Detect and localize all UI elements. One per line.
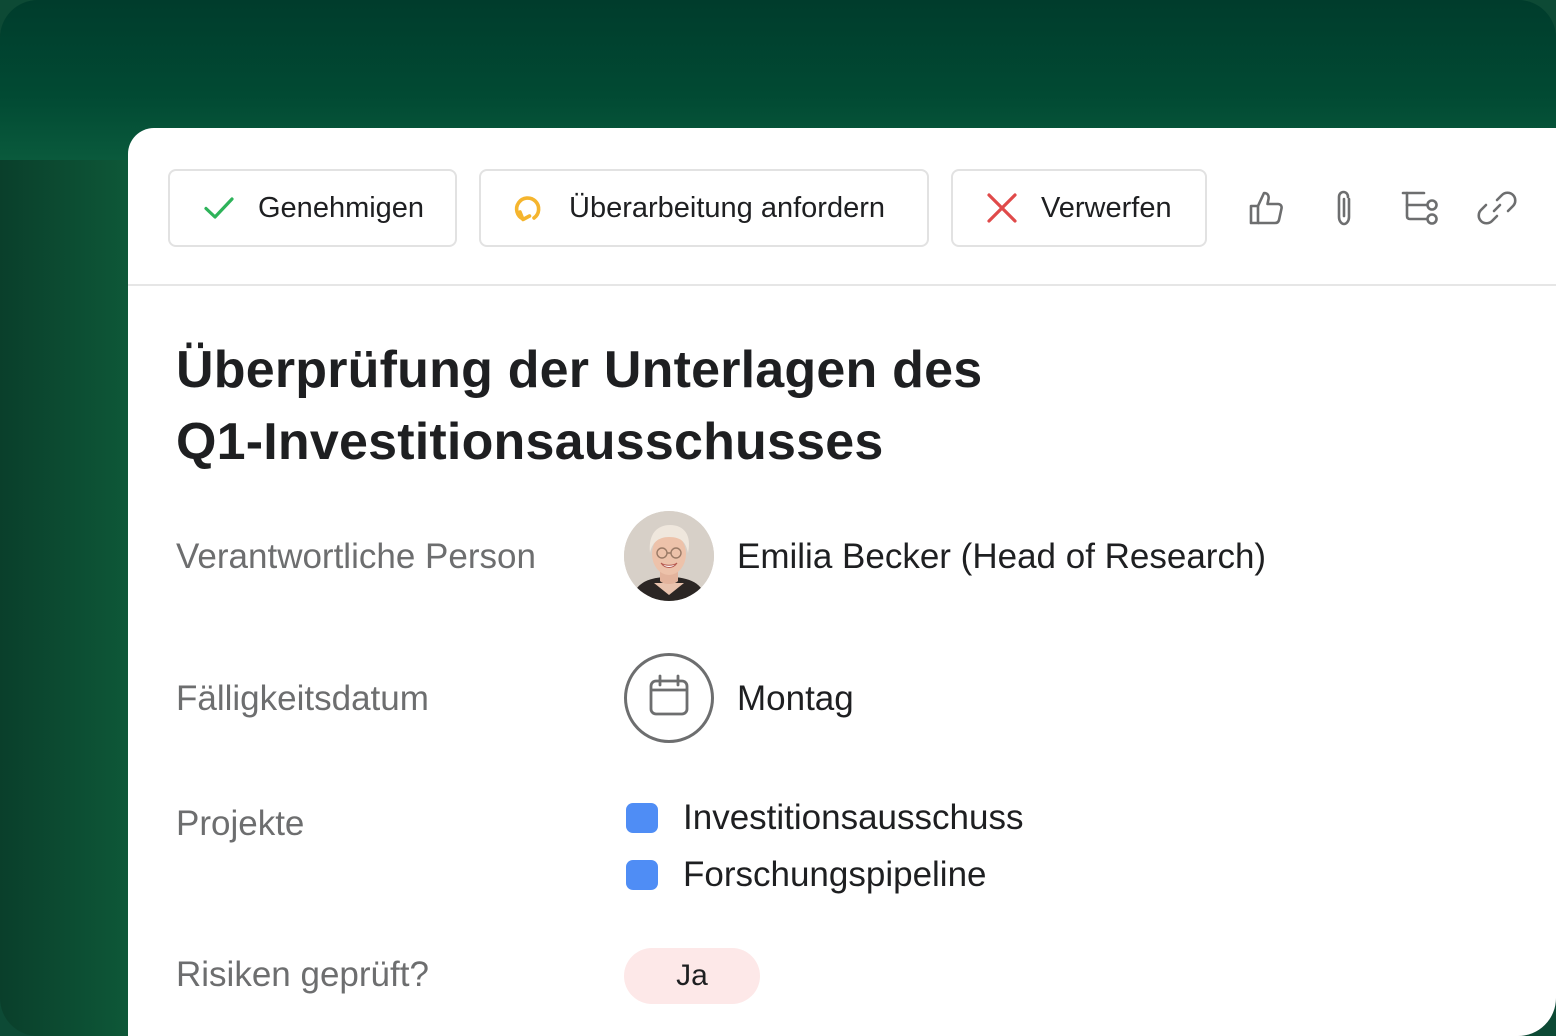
task-title[interactable]: Überprüfung der Unterlagen des Q1-Invest… xyxy=(176,334,1176,478)
subtask-icon[interactable] xyxy=(1400,188,1440,228)
projects-label: Projekte xyxy=(176,804,305,843)
task-title-line-1: Überprüfung der Unterlagen des xyxy=(176,341,983,399)
check-icon xyxy=(202,191,236,225)
link-icon[interactable] xyxy=(1477,188,1517,228)
project-name: Forschungspipeline xyxy=(683,855,987,894)
avatar[interactable] xyxy=(624,511,714,601)
task-detail-panel: Genehmigen Überarbeitung anfordern Verwe… xyxy=(128,128,1556,1036)
approve-button[interactable]: Genehmigen xyxy=(168,169,457,247)
project-color-swatch xyxy=(626,803,658,833)
request-changes-button[interactable]: Überarbeitung anfordern xyxy=(479,169,929,247)
due-date-label: Fälligkeitsdatum xyxy=(176,679,429,718)
project-item[interactable]: Forschungspipeline xyxy=(626,855,987,895)
request-changes-label: Überarbeitung anfordern xyxy=(569,191,885,224)
risks-checked-badge[interactable]: Ja xyxy=(624,948,760,1004)
close-icon xyxy=(985,191,1019,225)
revise-icon xyxy=(511,191,545,225)
task-toolbar: Genehmigen Überarbeitung anfordern Verwe… xyxy=(128,128,1556,286)
assignee-name[interactable]: Emilia Becker (Head of Research) xyxy=(737,537,1266,577)
project-item[interactable]: Investitionsausschuss xyxy=(626,798,1023,838)
due-date-button[interactable] xyxy=(624,653,714,743)
reject-label: Verwerfen xyxy=(1041,191,1172,224)
calendar-icon xyxy=(647,674,691,723)
project-name: Investitionsausschuss xyxy=(683,798,1024,837)
task-title-line-2: Q1-Investitionsausschusses xyxy=(176,413,884,471)
thumbs-up-icon[interactable] xyxy=(1246,188,1286,228)
approve-label: Genehmigen xyxy=(258,191,425,224)
risks-checked-label: Risiken geprüft? xyxy=(176,955,429,994)
reject-button[interactable]: Verwerfen xyxy=(951,169,1207,247)
due-date-value[interactable]: Montag xyxy=(737,679,854,719)
project-color-swatch xyxy=(626,860,658,890)
paperclip-icon[interactable] xyxy=(1324,188,1364,228)
app-background: Genehmigen Überarbeitung anfordern Verwe… xyxy=(0,0,1556,1036)
assignee-label: Verantwortliche Person xyxy=(176,537,536,576)
